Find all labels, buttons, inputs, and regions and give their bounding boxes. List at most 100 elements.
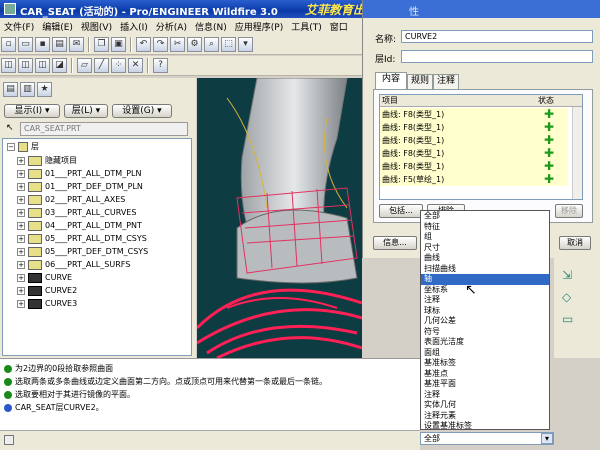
folder-browser-icon[interactable]: ▥: [20, 82, 35, 97]
dropdown-option[interactable]: 实体几何: [421, 400, 549, 411]
expand-icon[interactable]: +: [17, 248, 25, 256]
expand-icon[interactable]: +: [17, 274, 25, 282]
dropdown-option[interactable]: 轴: [421, 274, 549, 285]
expand-icon[interactable]: +: [17, 209, 25, 217]
expand-icon[interactable]: +: [17, 170, 25, 178]
menu-item-8[interactable]: 窗口: [326, 18, 352, 35]
regenerate-icon[interactable]: ⚙: [187, 37, 202, 52]
name-field[interactable]: CURVE2: [401, 30, 593, 43]
tab-rules[interactable]: 规则: [407, 74, 433, 89]
dropdown-option[interactable]: 设置基准标签: [421, 421, 549, 429]
remove-button[interactable]: 移除: [555, 204, 583, 218]
csys-icon[interactable]: ✕: [128, 58, 143, 73]
dropdown-option[interactable]: 注释元素: [421, 411, 549, 422]
view-4-icon[interactable]: ◪: [52, 58, 67, 73]
menu-item-0[interactable]: 文件(F): [0, 18, 38, 35]
expand-icon[interactable]: +: [17, 157, 25, 165]
include-button[interactable]: 包括...: [379, 204, 423, 218]
tree-item[interactable]: +05___PRT_DEF_DTM_CSYS: [17, 246, 148, 258]
dropdown-option[interactable]: 全部: [421, 211, 549, 222]
datum-plane-icon[interactable]: ▱: [77, 58, 92, 73]
display-button[interactable]: 显示(I) ▾: [4, 104, 60, 118]
tree-item[interactable]: +01___PRT_ALL_DTM_PLN: [17, 168, 141, 180]
dropdown-option[interactable]: 尺寸: [421, 243, 549, 254]
menu-item-3[interactable]: 插入(I): [116, 18, 152, 35]
print-icon[interactable]: ▤: [52, 37, 67, 52]
tree-item[interactable]: +02___PRT_ALL_AXES: [17, 194, 125, 206]
dropdown-option[interactable]: 球标: [421, 306, 549, 317]
menu-item-2[interactable]: 视图(V): [77, 18, 116, 35]
menu-item-1[interactable]: 编辑(E): [38, 18, 77, 35]
expand-icon[interactable]: +: [17, 235, 25, 243]
tab-content[interactable]: 内容: [375, 72, 407, 89]
new-file-icon[interactable]: ▫: [1, 37, 16, 52]
expand-icon[interactable]: +: [17, 183, 25, 191]
tree-item[interactable]: + 隐藏项目: [17, 155, 77, 167]
table-row[interactable]: 曲线: F8(类型_1) ✚: [380, 121, 568, 134]
tree-item[interactable]: +04___PRT_ALL_DTM_PNT: [17, 220, 142, 232]
tree-item[interactable]: +06___PRT_ALL_SURFS: [17, 259, 130, 271]
dropdown-option[interactable]: 基准点: [421, 369, 549, 380]
settings-button[interactable]: 设置(G) ▾: [112, 104, 172, 118]
table-row[interactable]: 曲线: F8(类型_1) ✚: [380, 134, 568, 147]
dropdown-option[interactable]: 坐标系: [421, 285, 549, 296]
chevron-down-icon[interactable]: ▾: [541, 433, 553, 444]
dropdown-option[interactable]: 特征: [421, 222, 549, 233]
table-row[interactable]: 曲线: F8(类型_1) ✚: [380, 108, 568, 121]
datum-axis-icon[interactable]: ╱: [94, 58, 109, 73]
expand-icon[interactable]: +: [17, 196, 25, 204]
view-icon[interactable]: ◫: [1, 58, 16, 73]
tree-root[interactable]: − 层: [7, 141, 39, 153]
menu-item-7[interactable]: 工具(T): [287, 18, 326, 35]
tree-item[interactable]: +01___PRT_DEF_DTM_PLN: [17, 181, 143, 193]
dropdown-option[interactable]: 符号: [421, 327, 549, 338]
redo-icon[interactable]: ↷: [153, 37, 168, 52]
tab-notes[interactable]: 注释: [433, 74, 459, 89]
favorites-icon[interactable]: ★: [37, 82, 52, 97]
dropdown-option[interactable]: 几何公差: [421, 316, 549, 327]
select-box-icon[interactable]: ⬚: [221, 37, 236, 52]
find-icon[interactable]: ⌕: [204, 37, 219, 52]
table-row[interactable]: 曲线: F8(类型_1) ✚: [380, 147, 568, 160]
tree-item[interactable]: + CURVE: [17, 272, 72, 284]
layer-id-field[interactable]: [401, 50, 593, 63]
tree-item[interactable]: + CURVE3: [17, 298, 77, 310]
cancel-button[interactable]: 取消: [559, 236, 591, 250]
expand-icon[interactable]: +: [17, 261, 25, 269]
view-2-icon[interactable]: ◫: [18, 58, 33, 73]
dropdown-option[interactable]: 曲线: [421, 253, 549, 264]
model-selector[interactable]: CAR_SEAT.PRT: [20, 122, 188, 136]
tree-item[interactable]: + CURVE2: [17, 285, 77, 297]
view-3-icon[interactable]: ◫: [35, 58, 50, 73]
menu-item-4[interactable]: 分析(A): [152, 18, 191, 35]
datum-point-icon[interactable]: ⁘: [111, 58, 126, 73]
dropdown-option[interactable]: 面组: [421, 348, 549, 359]
select-mode-icon[interactable]: ▾: [238, 37, 253, 52]
table-row[interactable]: 曲线: F5(草绘_1) ✚: [380, 173, 568, 186]
whats-this-icon[interactable]: ?: [153, 58, 168, 73]
dropdown-option[interactable]: 基准平面: [421, 379, 549, 390]
paste-icon[interactable]: ▣: [111, 37, 126, 52]
dropdown-option[interactable]: 注释: [421, 390, 549, 401]
filter-combo[interactable]: 全部: [420, 432, 554, 445]
open-folder-icon[interactable]: ▭: [18, 37, 33, 52]
dropdown-option[interactable]: 注释: [421, 295, 549, 306]
dropdown-option[interactable]: 基准标签: [421, 358, 549, 369]
undo-icon[interactable]: ↶: [136, 37, 151, 52]
graphics-viewport[interactable]: [197, 78, 362, 358]
sketch-tool-icon[interactable]: ▭: [562, 312, 573, 326]
tree-item[interactable]: +05___PRT_ALL_DTM_CSYS: [17, 233, 147, 245]
model-tree-icon[interactable]: ▤: [3, 82, 18, 97]
expand-icon[interactable]: +: [17, 287, 25, 295]
table-row[interactable]: 曲线: F8(类型_1) ✚: [380, 160, 568, 173]
layer-button[interactable]: 层(L) ▾: [64, 104, 108, 118]
save-icon[interactable]: ▪: [35, 37, 50, 52]
surface-tool-icon[interactable]: ◇: [562, 290, 571, 304]
expand-icon[interactable]: +: [17, 300, 25, 308]
copy-icon[interactable]: ❐: [94, 37, 109, 52]
feature-tool-icon[interactable]: ⇲: [562, 268, 572, 282]
dropdown-option[interactable]: 扫描曲线: [421, 264, 549, 275]
menu-item-6[interactable]: 应用程序(P): [231, 18, 287, 35]
menu-item-5[interactable]: 信息(N): [191, 18, 231, 35]
info-button[interactable]: 信息...: [373, 236, 417, 250]
